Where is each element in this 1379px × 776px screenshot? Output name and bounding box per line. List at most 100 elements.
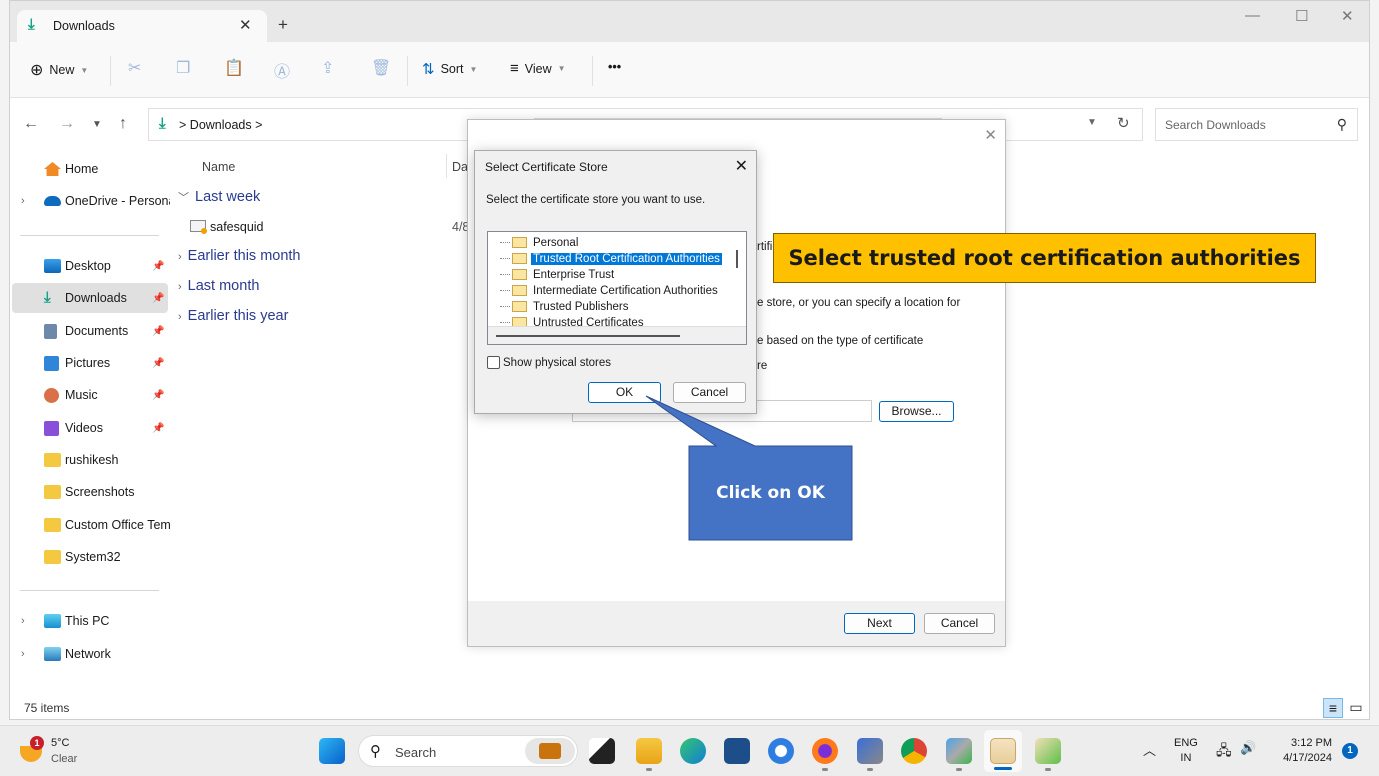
remote-desktop-icon[interactable] <box>857 738 883 764</box>
show-hidden-icons-chevron[interactable]: ︿ <box>1143 740 1156 759</box>
language-indicator[interactable]: ENG IN <box>1174 736 1198 766</box>
file-explorer-icon[interactable] <box>636 738 662 764</box>
checkbox-icon[interactable] <box>487 356 500 369</box>
sidebar-item-rushikesh[interactable]: rushikesh <box>12 445 168 475</box>
weather-desc: Clear <box>51 753 78 765</box>
sidebar-item-desktop[interactable]: Desktop 📌 <box>12 251 168 281</box>
show-physical-stores-checkbox[interactable]: Show physical stores <box>487 356 611 369</box>
search-input[interactable]: Search Downloads ⚲ <box>1155 108 1358 141</box>
sidebar-label: Custom Office Tem <box>65 518 170 532</box>
firefox-icon[interactable] <box>812 738 838 764</box>
up-arrow-icon[interactable]: ↑ <box>119 115 127 133</box>
sidebar-item-network[interactable]: › Network <box>12 639 168 669</box>
date: 4/17/2024 <box>1283 752 1332 764</box>
group-earlier-this-month[interactable]: › Earlier this month <box>178 248 301 264</box>
rename-icon[interactable]: Ⓐ <box>274 58 290 82</box>
folder-icon <box>512 301 527 312</box>
column-header-name[interactable]: Name <box>202 160 235 174</box>
certificate-store-tree[interactable]: Personal Trusted Root Certification Auth… <box>487 231 747 345</box>
details-view-icon[interactable]: ≡ <box>1323 698 1343 718</box>
certificate-icon[interactable] <box>990 738 1016 764</box>
copy-icon[interactable]: ❐ <box>176 58 190 78</box>
chevron-right-icon[interactable]: › <box>21 615 25 627</box>
more-options-button[interactable]: ••• <box>608 60 621 74</box>
edge-icon[interactable] <box>680 738 706 764</box>
vertical-scrollbar[interactable] <box>729 232 746 326</box>
volume-icon[interactable]: 🔊 <box>1240 740 1256 756</box>
search-label: Search <box>395 745 437 760</box>
delete-icon[interactable]: 🗑 <box>371 58 391 78</box>
clock[interactable]: 3:12 PM 4/17/2024 <box>1272 736 1332 766</box>
store-node-trusted-root[interactable]: Trusted Root Certification Authorities <box>500 251 722 266</box>
horizontal-scrollbar[interactable] <box>488 326 746 344</box>
group-last-month[interactable]: › Last month <box>178 278 259 294</box>
minimize-button[interactable]: — <box>1245 7 1260 24</box>
sidebar-item-home[interactable]: Home <box>12 154 168 184</box>
chrome-icon[interactable] <box>901 738 927 764</box>
address-dropdown-icon[interactable]: ▼ <box>1087 117 1097 128</box>
onedrive-icon <box>44 196 61 206</box>
paste-icon[interactable]: 📋 <box>224 58 244 78</box>
security-icon[interactable] <box>946 738 972 764</box>
sort-button[interactable]: ⇅ Sort ▼ <box>422 60 477 78</box>
tiles-view-icon[interactable]: ▭ <box>1347 698 1365 718</box>
store-node-intermediate[interactable]: Intermediate Certification Authorities <box>500 283 720 298</box>
scroll-thumb[interactable] <box>496 335 680 337</box>
next-button[interactable]: Next <box>844 613 915 634</box>
chevron-down-icon: ▼ <box>557 64 566 73</box>
sidebar-item-documents[interactable]: Documents 📌 <box>12 316 168 346</box>
close-tab-icon[interactable]: ✕ <box>239 16 252 34</box>
cancel-button[interactable]: Cancel <box>924 613 995 634</box>
sidebar-item-music[interactable]: Music 📌 <box>12 380 168 410</box>
store-icon[interactable] <box>724 738 750 764</box>
new-button[interactable]: ⊕ New ▼ <box>30 60 88 80</box>
sidebar-item-screenshots[interactable]: Screenshots <box>12 477 168 507</box>
cancel-button[interactable]: Cancel <box>673 382 746 403</box>
cut-icon[interactable]: ✂ <box>128 58 141 78</box>
tab-downloads[interactable]: ⤓ Downloads ✕ <box>17 10 267 42</box>
sidebar-item-custom-office-templates[interactable]: Custom Office Tem <box>12 510 170 540</box>
column-divider[interactable] <box>446 154 447 178</box>
view-button[interactable]: ≡ View ▼ <box>510 60 566 77</box>
taskbar: 1 5°C Clear ⚲ Search ︿ ENG IN 🖧 🔊 3:12 P… <box>0 725 1379 776</box>
notification-badge[interactable]: 1 <box>1342 743 1358 759</box>
share-icon[interactable]: ⇪ <box>321 58 334 78</box>
task-view-icon[interactable] <box>589 738 615 764</box>
refresh-icon[interactable]: ↻ <box>1117 114 1130 132</box>
folder-icon <box>512 237 527 248</box>
cert-import-icon[interactable] <box>1035 738 1061 764</box>
store-node-trusted-publishers[interactable]: Trusted Publishers <box>500 299 630 314</box>
thunderbird-icon[interactable] <box>768 738 794 764</box>
sidebar-item-downloads[interactable]: ⤓ Downloads 📌 <box>12 283 168 313</box>
group-earlier-this-year[interactable]: › Earlier this year <box>178 308 288 324</box>
close-icon[interactable]: ✕ <box>984 126 997 144</box>
weather-widget[interactable]: 1 <box>18 736 46 766</box>
chevron-right-icon[interactable]: › <box>21 195 25 207</box>
start-button[interactable] <box>319 738 345 764</box>
back-arrow-icon[interactable]: ← <box>23 115 39 133</box>
file-row-safesquid[interactable]: safesquid 4/8 <box>190 218 480 238</box>
divider <box>110 56 111 86</box>
close-icon[interactable]: ✕ <box>735 156 748 176</box>
browse-button[interactable]: Browse... <box>879 401 954 422</box>
store-node-enterprise-trust[interactable]: Enterprise Trust <box>500 267 616 282</box>
recent-locations-chevron-icon[interactable]: ▼ <box>92 119 102 130</box>
group-last-week[interactable]: ﹀ Last week <box>178 189 260 205</box>
store-node-personal[interactable]: Personal <box>500 235 580 250</box>
sidebar-item-videos[interactable]: Videos 📌 <box>12 413 168 443</box>
sidebar-item-pictures[interactable]: Pictures 📌 <box>12 348 168 378</box>
close-window-button[interactable]: ✕ <box>1341 7 1354 25</box>
breadcrumb[interactable]: > Downloads > <box>179 118 262 132</box>
chevron-right-icon[interactable]: › <box>21 648 25 660</box>
ok-button[interactable]: OK <box>588 382 661 403</box>
folder-icon <box>44 518 61 532</box>
sidebar-item-onedrive[interactable]: › OneDrive - Persona <box>12 186 170 216</box>
maximize-button[interactable]: ☐ <box>1295 7 1308 25</box>
sidebar-item-system32[interactable]: System32 <box>12 542 168 572</box>
sidebar-item-this-pc[interactable]: › This PC <box>12 606 168 636</box>
forward-arrow-icon[interactable]: → <box>59 115 75 133</box>
network-status-icon[interactable]: 🖧 <box>1216 740 1232 764</box>
taskbar-search[interactable]: ⚲ Search <box>358 735 578 767</box>
new-tab-button[interactable]: + <box>278 15 288 35</box>
scroll-thumb[interactable] <box>736 250 738 268</box>
